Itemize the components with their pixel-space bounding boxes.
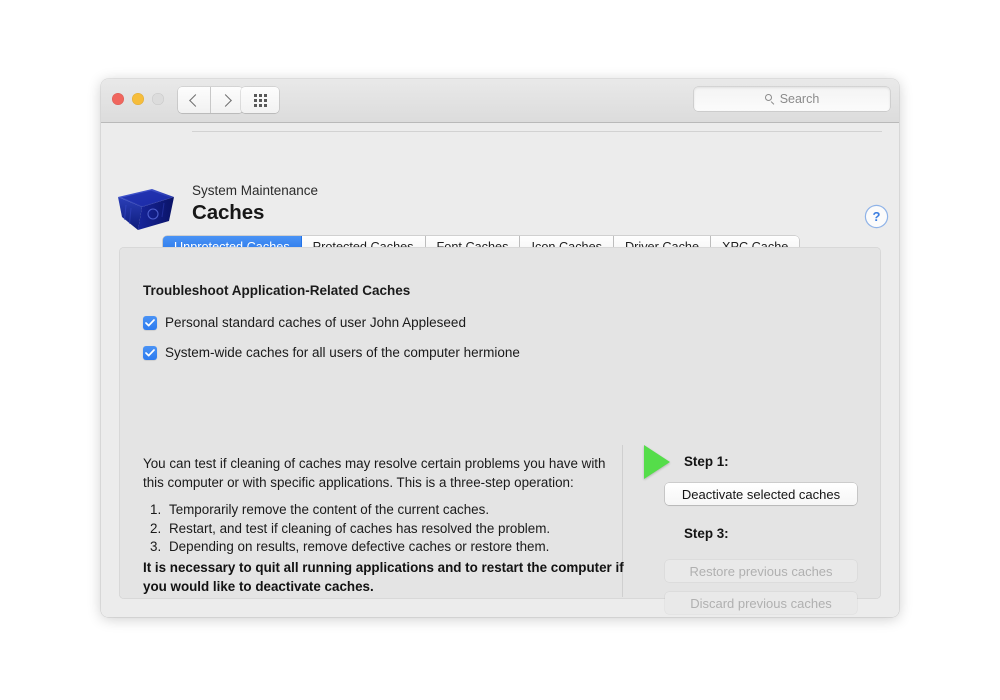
content-panel: Troubleshoot Application-Related Caches … xyxy=(119,247,881,614)
page-title: Caches xyxy=(192,201,265,224)
app-window: Search System Maintenance Caches ? Troub… xyxy=(101,79,899,617)
step-number: 3. xyxy=(150,539,162,554)
steps-list: 1. Temporarily remove the content of the… xyxy=(150,501,630,557)
forward-button[interactable] xyxy=(210,87,243,113)
show-all-button[interactable] xyxy=(241,87,279,113)
titlebar: Search xyxy=(101,79,899,123)
intro-text: You can test if cleaning of caches may r… xyxy=(143,456,606,490)
category-label: System Maintenance xyxy=(192,183,319,198)
step-text: Depending on results, remove defective c… xyxy=(169,539,550,554)
section-title: Troubleshoot Application-Related Caches xyxy=(143,283,411,298)
zoom-button xyxy=(152,93,164,105)
discard-previous-caches-button: Discard previous caches xyxy=(665,592,857,614)
checkbox-row-systemwide-caches[interactable]: System-wide caches for all users of the … xyxy=(143,345,520,360)
list-item: 1. Temporarily remove the content of the… xyxy=(150,501,630,520)
navigation-buttons xyxy=(178,87,243,113)
checkbox-label: Personal standard caches of user John Ap… xyxy=(165,315,466,330)
chevron-left-icon xyxy=(189,93,202,107)
blue-recycling-bin-icon xyxy=(112,183,180,235)
back-button[interactable] xyxy=(178,87,210,113)
step3-label: Step 3: xyxy=(684,526,729,541)
list-item: 3. Depending on results, remove defectiv… xyxy=(150,538,630,557)
traffic-lights xyxy=(112,93,164,105)
header-separator xyxy=(192,131,882,132)
search-input[interactable]: Search xyxy=(694,87,890,111)
restore-previous-caches-button: Restore previous caches xyxy=(665,560,857,582)
close-button[interactable] xyxy=(112,93,124,105)
list-item: 2. Restart, and test if cleaning of cach… xyxy=(150,520,630,539)
checkbox-personal-caches[interactable] xyxy=(143,315,157,330)
header-titles: System Maintenance Caches xyxy=(192,183,318,225)
help-button[interactable]: ? xyxy=(866,206,887,227)
chevron-right-icon xyxy=(219,93,232,107)
green-arrow-icon xyxy=(644,445,670,479)
grid-icon xyxy=(253,93,267,107)
window-body: System Maintenance Caches ? Unprotected … xyxy=(101,123,899,617)
step1-label: Step 1: xyxy=(684,454,729,469)
step-text: Temporarily remove the content of the cu… xyxy=(169,502,490,517)
search-placeholder: Search xyxy=(779,92,820,106)
step-text: Restart, and test if cleaning of caches … xyxy=(169,520,551,536)
checkbox-label: System-wide caches for all users of the … xyxy=(165,345,520,360)
deactivate-selected-caches-button[interactable]: Deactivate selected caches xyxy=(665,483,857,505)
step-number: 1. xyxy=(150,502,162,517)
checkbox-systemwide-caches[interactable] xyxy=(143,345,157,360)
step-number: 2. xyxy=(150,520,162,536)
warning-text: It is necessary to quit all running appl… xyxy=(143,560,624,594)
minimize-button[interactable] xyxy=(132,93,144,105)
checkbox-row-personal-caches[interactable]: Personal standard caches of user John Ap… xyxy=(143,315,466,330)
search-icon xyxy=(764,94,775,104)
